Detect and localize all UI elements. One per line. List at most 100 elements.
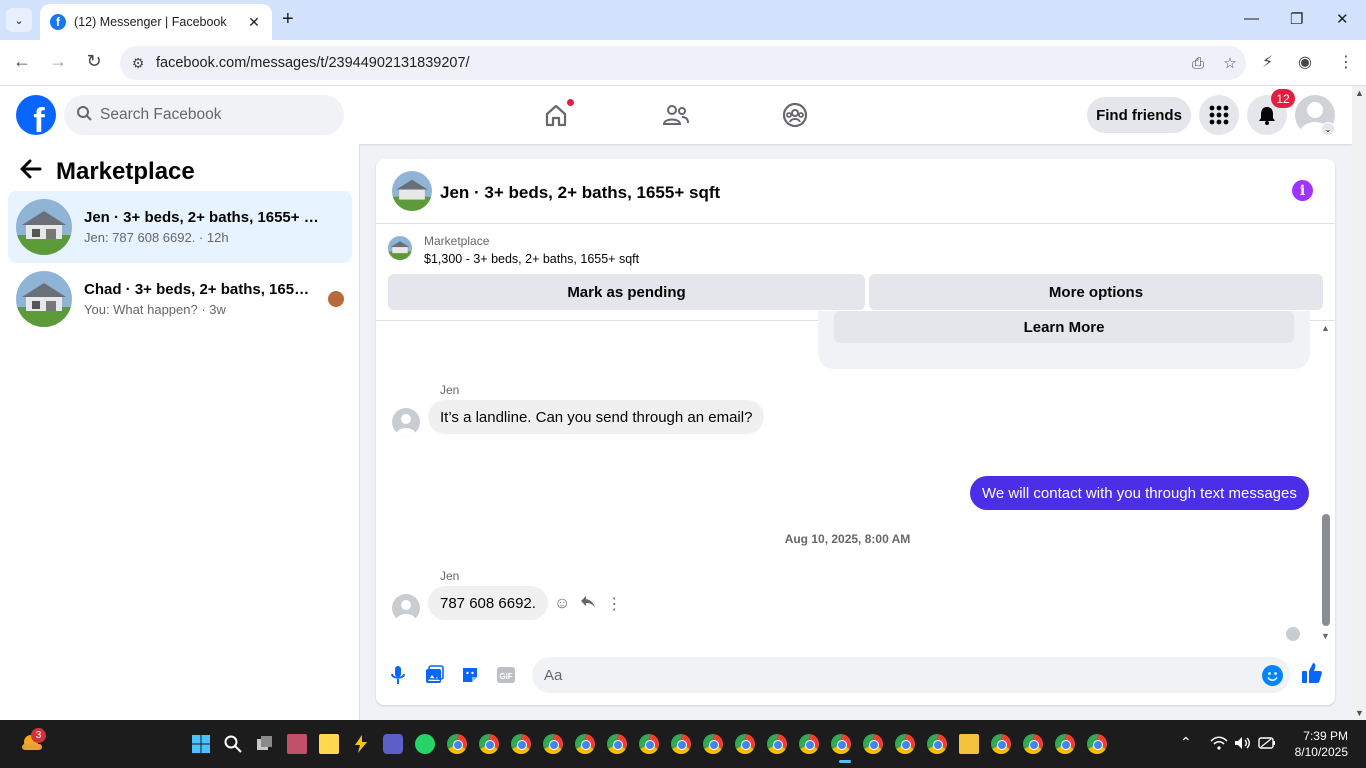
listing-thumbnail [16, 199, 72, 255]
chrome-menu-icon[interactable]: ⋮ [1338, 52, 1354, 72]
chrome-app-icon[interactable] [447, 734, 467, 754]
volume-icon[interactable] [1234, 736, 1252, 753]
minimize-icon[interactable]: — [1244, 10, 1259, 27]
message-timestamp: Aug 10, 2025, 8:00 AM [784, 532, 911, 546]
gif-icon[interactable]: GIF [494, 663, 518, 687]
sender-avatar [392, 408, 420, 436]
search-icon [76, 105, 92, 125]
incoming-message-bubble[interactable]: It’s a landline. Can you send through an… [428, 400, 765, 434]
sidebar-title: Marketplace [56, 158, 195, 185]
scroll-up-arrow-icon[interactable]: ▲ [1321, 323, 1330, 333]
show-hidden-icons-icon[interactable]: ⌃ [1180, 734, 1192, 751]
close-window-icon[interactable]: ✕ [1336, 10, 1349, 28]
site-settings-icon[interactable]: ⚙ [120, 55, 156, 72]
page-scrollbar[interactable]: ▲ ▼ [1352, 86, 1366, 720]
back-arrow-icon[interactable] [20, 158, 46, 186]
thread-item-chad[interactable]: Chad · 3+ beds, 2+ baths, 1655+... You: … [8, 263, 352, 335]
chrome-app-icon[interactable] [735, 734, 755, 754]
chrome-app-icon[interactable] [1087, 734, 1107, 754]
tab-search-button[interactable]: ⌄ [6, 8, 32, 32]
more-actions-icon[interactable]: ⋮ [606, 594, 622, 614]
battery-icon[interactable] [1258, 737, 1276, 752]
sticker-icon[interactable] [458, 663, 482, 687]
listing-card: Learn More [818, 311, 1310, 369]
clock-time: 7:39 PM [1303, 729, 1348, 743]
chrome-app-icon[interactable] [543, 734, 563, 754]
maximize-icon[interactable]: ❐ [1290, 10, 1303, 28]
address-bar[interactable]: ⚙ facebook.com/messages/t/23944902131839… [120, 46, 1246, 80]
chrome-app-icon[interactable] [1023, 734, 1043, 754]
taskbar-search-icon[interactable] [223, 734, 243, 754]
friends-nav-icon[interactable] [661, 100, 691, 130]
chrome-app-icon[interactable] [927, 734, 947, 754]
windows-start-icon[interactable] [191, 734, 211, 754]
page-scroll-down-icon[interactable]: ▼ [1355, 708, 1364, 718]
forward-icon[interactable]: → [46, 51, 70, 72]
thread-item-jen[interactable]: Jen · 3+ beds, 2+ baths, 1655+ sqft Jen:… [8, 191, 352, 263]
chrome-app-icon[interactable] [863, 734, 883, 754]
chrome-app-icon[interactable] [607, 734, 627, 754]
teams-app-icon[interactable] [383, 734, 403, 754]
sidebar-header: Marketplace [20, 158, 195, 186]
conversation-title[interactable]: Jen · 3+ beds, 2+ baths, 1655+ sqft [440, 183, 720, 203]
incoming-message-bubble[interactable]: 787 608 6692. [428, 586, 548, 620]
microphone-icon[interactable] [386, 663, 410, 687]
facebook-logo[interactable]: f [16, 95, 56, 135]
photos-app-icon[interactable] [287, 734, 307, 754]
back-icon[interactable]: ← [10, 51, 34, 72]
task-view-icon[interactable] [255, 734, 275, 754]
home-nav-icon[interactable] [541, 98, 575, 130]
chrome-app-icon[interactable] [511, 734, 531, 754]
chrome-app-icon[interactable] [991, 734, 1011, 754]
groups-nav-icon[interactable] [780, 100, 810, 130]
close-tab-icon[interactable]: ✕ [246, 14, 262, 31]
account-chevron-icon[interactable]: ⌄ [1321, 122, 1335, 136]
wifi-icon[interactable] [1210, 736, 1228, 753]
learn-more-button[interactable]: Learn More [834, 311, 1294, 343]
chrome-app-icon[interactable] [575, 734, 595, 754]
chrome-app-icon[interactable] [703, 734, 723, 754]
menu-grid-button[interactable] [1199, 95, 1239, 135]
chrome-app-icon[interactable] [1055, 734, 1075, 754]
power-automate-icon[interactable] [351, 734, 371, 754]
file-explorer-icon[interactable] [959, 734, 979, 754]
install-app-icon[interactable]: ⎙ [1182, 55, 1214, 72]
chrome-app-icon[interactable] [767, 734, 787, 754]
conversation-thumbnail[interactable] [392, 171, 432, 211]
url-text[interactable]: facebook.com/messages/t/2394490213183920… [156, 55, 1182, 71]
more-options-button[interactable]: More options [869, 274, 1323, 310]
new-tab-button[interactable]: + [282, 8, 294, 31]
message-scroll-thumb[interactable] [1322, 514, 1330, 626]
outgoing-message-bubble[interactable]: We will contact with you through text me… [970, 476, 1309, 510]
whatsapp-app-icon[interactable] [415, 734, 435, 754]
conversation-panel: Jen · 3+ beds, 2+ baths, 1655+ sqft i Ma… [376, 159, 1335, 705]
message-input[interactable] [532, 657, 1290, 693]
chrome-app-icon[interactable] [671, 734, 691, 754]
scroll-down-arrow-icon[interactable]: ▼ [1321, 631, 1330, 641]
page-scroll-up-icon[interactable]: ▲ [1355, 88, 1364, 98]
photo-icon[interactable] [422, 663, 446, 687]
performance-icon[interactable]: ⚡ [1262, 52, 1273, 72]
find-friends-button[interactable]: Find friends [1087, 97, 1191, 133]
info-icon[interactable]: i [1292, 180, 1313, 201]
clock[interactable]: 7:39 PM 8/10/2025 [1290, 729, 1348, 759]
browser-tab-messenger[interactable]: f (12) Messenger | Facebook ✕ [40, 4, 272, 40]
chrome-app-icon[interactable] [639, 734, 659, 754]
thumbs-up-icon[interactable] [1300, 661, 1326, 687]
react-smiley-icon[interactable]: ☺ [554, 595, 570, 613]
listing-detail[interactable]: $1,300 - 3+ beds, 2+ baths, 1655+ sqft [424, 252, 639, 266]
reload-icon[interactable]: ↻ [82, 51, 106, 72]
profile-icon[interactable]: ◉ [1298, 52, 1312, 72]
chrome-app-icon[interactable] [479, 734, 499, 754]
read-receipt-avatar [1286, 627, 1300, 641]
emoji-icon[interactable] [1262, 665, 1283, 686]
chrome-app-icon-active[interactable] [831, 734, 851, 754]
store-app-icon[interactable] [319, 734, 339, 754]
facebook-search[interactable]: Search Facebook [64, 95, 344, 135]
chrome-app-icon[interactable] [799, 734, 819, 754]
chrome-app-icon[interactable] [895, 734, 915, 754]
message-composer: GIF [376, 649, 1335, 705]
bookmark-star-icon[interactable]: ☆ [1214, 54, 1246, 72]
mark-as-pending-button[interactable]: Mark as pending [388, 274, 865, 310]
reply-icon[interactable] [580, 595, 596, 614]
